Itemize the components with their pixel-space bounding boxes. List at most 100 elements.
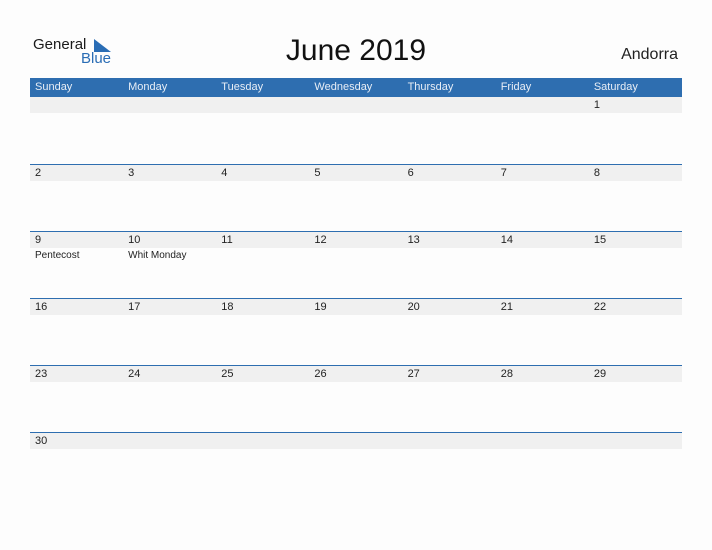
day-cell: 24 xyxy=(123,366,217,432)
day-cell: 8 xyxy=(588,165,682,231)
day-number: 15 xyxy=(593,234,607,246)
day-number: 2 xyxy=(35,167,42,179)
holiday-label: Whit Monday xyxy=(128,250,187,261)
day-cell: 13 xyxy=(402,232,496,298)
day-cell xyxy=(402,433,496,499)
day-cell: 4 xyxy=(216,165,310,231)
day-number: 3 xyxy=(128,167,135,179)
day-number: 18 xyxy=(221,301,234,313)
date-strip xyxy=(216,97,310,113)
day-number: 11 xyxy=(221,234,233,246)
calendar-title: June 2019 xyxy=(285,34,427,67)
day-number: 7 xyxy=(500,167,507,179)
day-cell: 15 xyxy=(588,232,682,298)
day-cell xyxy=(495,433,589,499)
week-row: 9 Pentecost 10 Whit Monday 11 12 13 14 15 xyxy=(30,231,682,298)
day-cell: 30 xyxy=(30,433,124,499)
day-number: 29 xyxy=(593,368,607,380)
country-label: Andorra xyxy=(621,46,678,63)
day-number: 24 xyxy=(128,368,141,380)
day-cell: 27 xyxy=(402,366,496,432)
weekday-label: Sunday xyxy=(35,81,73,93)
day-cell: 20 xyxy=(402,299,496,365)
date-strip xyxy=(402,97,496,113)
day-cell xyxy=(309,433,403,499)
day-number: 12 xyxy=(314,234,327,246)
day-cell: 2 xyxy=(30,165,124,231)
day-cell: 28 xyxy=(495,366,589,432)
holiday-label: Pentecost xyxy=(35,250,80,261)
weekday-label: Wednesday xyxy=(314,81,373,93)
day-number: 20 xyxy=(407,301,420,313)
date-strip xyxy=(216,433,310,449)
day-number: 10 xyxy=(128,234,141,246)
day-number: 1 xyxy=(593,99,600,111)
day-cell xyxy=(30,97,124,164)
day-number: 5 xyxy=(314,167,321,179)
date-strip xyxy=(402,433,496,449)
day-number: 14 xyxy=(500,234,513,246)
date-strip xyxy=(495,165,589,181)
day-cell xyxy=(216,433,310,499)
week-row: 16 17 18 19 20 21 22 xyxy=(30,298,682,365)
day-cell xyxy=(402,97,496,164)
week-row: 2 3 4 5 6 7 8 xyxy=(30,164,682,231)
day-cell: 26 xyxy=(309,366,403,432)
day-number: 4 xyxy=(221,167,228,179)
date-strip xyxy=(495,97,589,113)
weekday-label: Friday xyxy=(500,81,532,93)
date-strip xyxy=(216,165,310,181)
date-strip xyxy=(30,97,124,113)
date-strip xyxy=(309,97,403,113)
date-strip xyxy=(309,165,403,181)
day-cell xyxy=(123,97,217,164)
day-cell: 3 xyxy=(123,165,217,231)
day-number: 9 xyxy=(35,234,42,246)
day-number: 21 xyxy=(500,301,513,313)
day-number: 30 xyxy=(35,435,48,447)
day-cell: 21 xyxy=(495,299,589,365)
day-cell: 17 xyxy=(123,299,217,365)
day-number: 8 xyxy=(593,167,600,179)
day-cell: 7 xyxy=(495,165,589,231)
weekday-header: Sunday Monday Tuesday Wednesday Thursday… xyxy=(30,78,682,97)
date-strip xyxy=(123,97,217,113)
day-cell: 19 xyxy=(309,299,403,365)
date-strip xyxy=(309,433,403,449)
day-number: 6 xyxy=(407,167,414,179)
day-number: 25 xyxy=(221,368,234,380)
date-strip xyxy=(123,433,217,449)
day-cell: 29 xyxy=(588,366,682,432)
day-number: 23 xyxy=(35,368,48,380)
day-number: 13 xyxy=(407,234,420,246)
weekday-label: Monday xyxy=(128,81,168,93)
day-number: 28 xyxy=(500,368,513,380)
day-cell: 14 xyxy=(495,232,589,298)
day-cell: 6 xyxy=(402,165,496,231)
day-cell xyxy=(495,97,589,164)
day-cell: 5 xyxy=(309,165,403,231)
date-strip xyxy=(495,433,589,449)
calendar-grid: Sunday Monday Tuesday Wednesday Thursday… xyxy=(30,78,682,499)
date-strip xyxy=(30,232,124,248)
day-cell: 22 xyxy=(588,299,682,365)
day-number: 26 xyxy=(314,368,327,380)
date-strip xyxy=(30,165,124,181)
date-strip xyxy=(588,165,682,181)
day-cell xyxy=(588,433,682,499)
day-cell: 16 xyxy=(30,299,124,365)
day-cell: 25 xyxy=(216,366,310,432)
week-row: 1 xyxy=(30,97,682,164)
day-cell: 10 Whit Monday xyxy=(123,232,217,298)
day-cell: 23 xyxy=(30,366,124,432)
day-cell: 9 Pentecost xyxy=(30,232,124,298)
weekday-label: Thursday xyxy=(407,81,454,93)
day-cell xyxy=(123,433,217,499)
day-cell: 11 xyxy=(216,232,310,298)
date-strip xyxy=(402,165,496,181)
date-strip xyxy=(123,165,217,181)
week-row: 30 xyxy=(30,432,682,499)
day-number: 22 xyxy=(593,301,607,313)
day-cell xyxy=(216,97,310,164)
date-strip xyxy=(588,433,682,449)
